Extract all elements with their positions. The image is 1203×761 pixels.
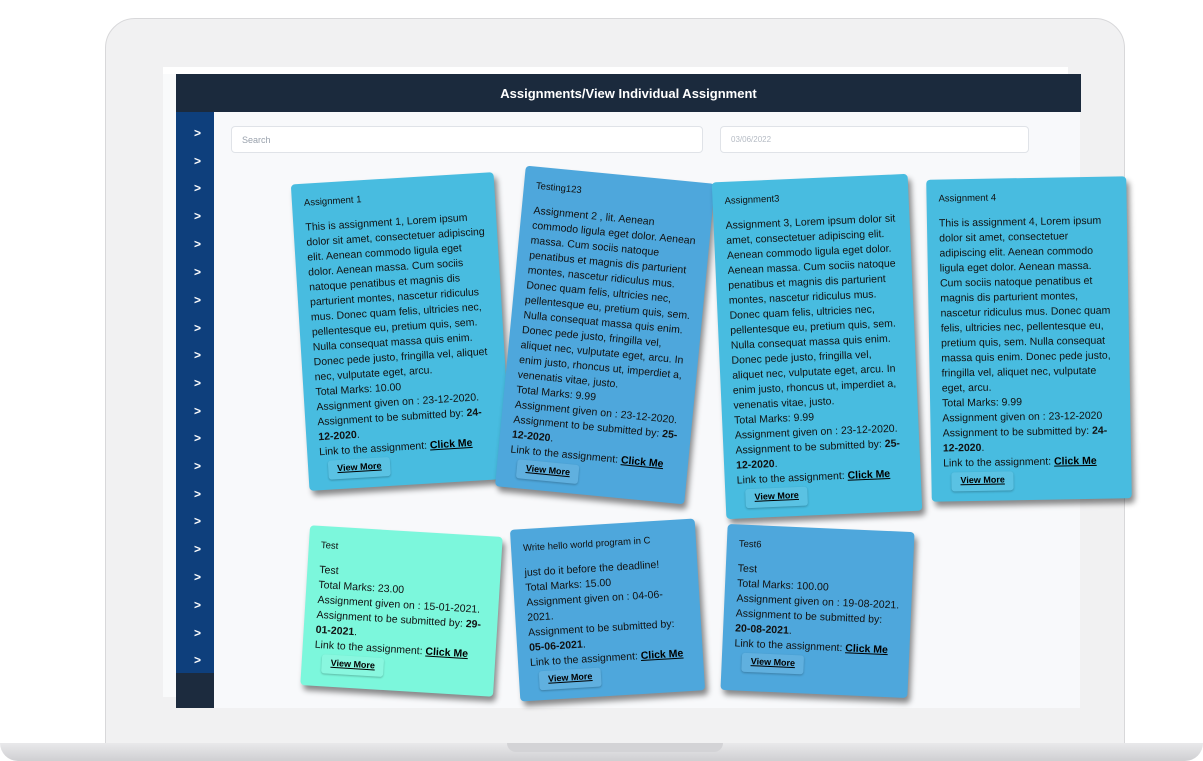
search-input[interactable] xyxy=(231,126,703,153)
sidebar-chevron-icon[interactable]: > xyxy=(176,536,214,562)
submit-by-value: 05-06-2021 xyxy=(528,638,584,654)
given-on-label: Assignment given on : xyxy=(942,410,1049,425)
given-on-value: 19-08-2021. xyxy=(842,597,900,612)
given-on-value: 23-12-2020 xyxy=(1048,409,1103,423)
card-description: This is assignment 1, Lorem ipsum dolor … xyxy=(305,211,488,384)
assignment-card: Assignment 1 This is assignment 1, Lorem … xyxy=(290,172,513,491)
click-me-link[interactable]: Click Me xyxy=(1054,455,1097,468)
sidebar-chevron-icon[interactable]: > xyxy=(176,120,214,146)
sidebar-chevron-icon[interactable]: > xyxy=(176,148,214,174)
sidebar-chevron-icon[interactable]: > xyxy=(176,315,214,341)
submit-by: Assignment to be submitted by: 24-12-202… xyxy=(942,424,1108,455)
sidebar-chevron-icon[interactable]: > xyxy=(176,398,214,424)
total-marks-value: 100.00 xyxy=(796,580,829,594)
view-more-button[interactable]: View More xyxy=(741,652,805,675)
card-title: Test xyxy=(320,539,339,553)
total-marks-label: Total Marks: xyxy=(733,412,794,427)
sidebar-chevron-icon[interactable]: > xyxy=(176,287,214,313)
sidebar-chevron-icon[interactable]: > xyxy=(176,481,214,507)
sidebar-chevron-icon[interactable]: > xyxy=(176,453,214,479)
link-label: Link to the assignment: xyxy=(736,469,848,487)
sidebar-footer xyxy=(176,673,214,708)
card-title: Testing123 xyxy=(535,180,583,197)
page-header: Assignments/View Individual Assignment xyxy=(176,74,1081,112)
view-more-button[interactable]: View More xyxy=(515,459,580,485)
assignment-card: Assignment3 Assignment 3, Lorem ipsum dol… xyxy=(711,173,923,520)
assignment-card: Test Test Total Marks: 23.00 Assignment giv… xyxy=(300,525,503,697)
sidebar-chevron-icon[interactable]: > xyxy=(176,508,214,534)
sidebar: > > > > > > > > > > > > > > > > > > > > xyxy=(176,112,214,708)
sidebar-chevron-icon[interactable]: > xyxy=(176,259,214,285)
page-title: Assignments/View Individual Assignment xyxy=(500,85,757,101)
card-title: Assignment 1 xyxy=(303,194,362,209)
laptop-notch xyxy=(507,743,723,752)
click-me-link[interactable]: Click Me xyxy=(620,454,664,470)
card-title: Assignment3 xyxy=(724,193,780,207)
total-marks-value: 9.99 xyxy=(575,389,597,404)
total-marks-value: 23.00 xyxy=(377,582,405,597)
given-on-value: 15-01-2021. xyxy=(423,600,481,616)
date-field[interactable] xyxy=(720,126,1029,153)
total-marks-label: Total Marks: xyxy=(736,577,797,593)
click-me-link[interactable]: Click Me xyxy=(640,647,683,662)
sidebar-chevron-icon[interactable]: > xyxy=(176,370,214,396)
link-label: Link to the assignment: xyxy=(943,455,1055,470)
total-marks-label: Total Marks: xyxy=(315,382,376,399)
total-marks-label: Total Marks: xyxy=(942,396,1002,410)
given-on-value: 23-12-2020. xyxy=(422,391,480,407)
card-description: Assignment 2 , lit. Aenean commodo ligul… xyxy=(517,204,697,391)
link-label: Link to the assignment: xyxy=(734,637,846,655)
view-more-button[interactable]: View More xyxy=(745,486,809,509)
given-on-value: 23-12-2020. xyxy=(840,422,898,438)
view-more-button[interactable]: View More xyxy=(538,667,603,691)
assignment-card: Write hello world program in Cjust do it… xyxy=(509,518,706,702)
sidebar-chevron-icon[interactable]: > xyxy=(176,231,214,257)
card-title: Assignment 4 xyxy=(938,192,997,205)
sidebar-chevron-icon[interactable]: > xyxy=(176,425,214,451)
sidebar-chevron-icon[interactable]: > xyxy=(176,592,214,618)
card-title: Test6 xyxy=(738,538,762,551)
sidebar-chevron-icon[interactable]: > xyxy=(176,342,214,368)
total-marks-label: Total Marks: xyxy=(318,578,379,595)
total-marks-value: 9.99 xyxy=(793,411,815,425)
click-me-link[interactable]: Click Me xyxy=(845,642,888,656)
assignment-card: Assignment 4 This is assignment 4, Lorem … xyxy=(926,176,1132,502)
screen-bezel xyxy=(163,67,1068,74)
sidebar-chevron-icon[interactable]: > xyxy=(176,203,214,229)
total-marks-label: Total Marks: xyxy=(525,578,586,594)
card-description: This is assignment 4, Lorem ipsum dolor … xyxy=(938,214,1111,395)
assignment-card: Testing123 Assignment 2 , lit. Aenean com… xyxy=(495,165,715,505)
total-marks-value: 15.00 xyxy=(584,576,612,591)
click-me-link[interactable]: Click Me xyxy=(847,468,890,482)
total-marks-value: 9.99 xyxy=(1001,396,1023,409)
total-marks-value: 10.00 xyxy=(374,381,402,395)
submit-by-label: Assignment to be submitted by: xyxy=(942,424,1093,440)
sidebar-chevron-icon[interactable]: > xyxy=(176,175,214,201)
click-me-link[interactable]: Click Me xyxy=(430,437,473,452)
click-me-link[interactable]: Click Me xyxy=(425,646,468,661)
view-more-button[interactable]: View More xyxy=(951,471,1014,492)
sidebar-chevron-icon[interactable]: > xyxy=(176,620,214,646)
sidebar-chevron-icon[interactable]: > xyxy=(176,647,214,673)
assignment-link: Link to the assignment: Click Me xyxy=(943,453,1119,471)
submit-by-value: 20-08-2021 xyxy=(734,622,790,637)
sidebar-chevron-icon[interactable]: > xyxy=(176,564,214,590)
view-more-button[interactable]: View More xyxy=(327,456,392,480)
view-more-button[interactable]: View More xyxy=(321,654,385,678)
card-description: Assignment 3, Lorem ipsum dolor sit amet… xyxy=(725,212,897,412)
assignment-card: Test6 Test Total Marks: 100.00 Assignment g… xyxy=(720,524,915,698)
card-title: Write hello world program in C xyxy=(522,535,651,555)
